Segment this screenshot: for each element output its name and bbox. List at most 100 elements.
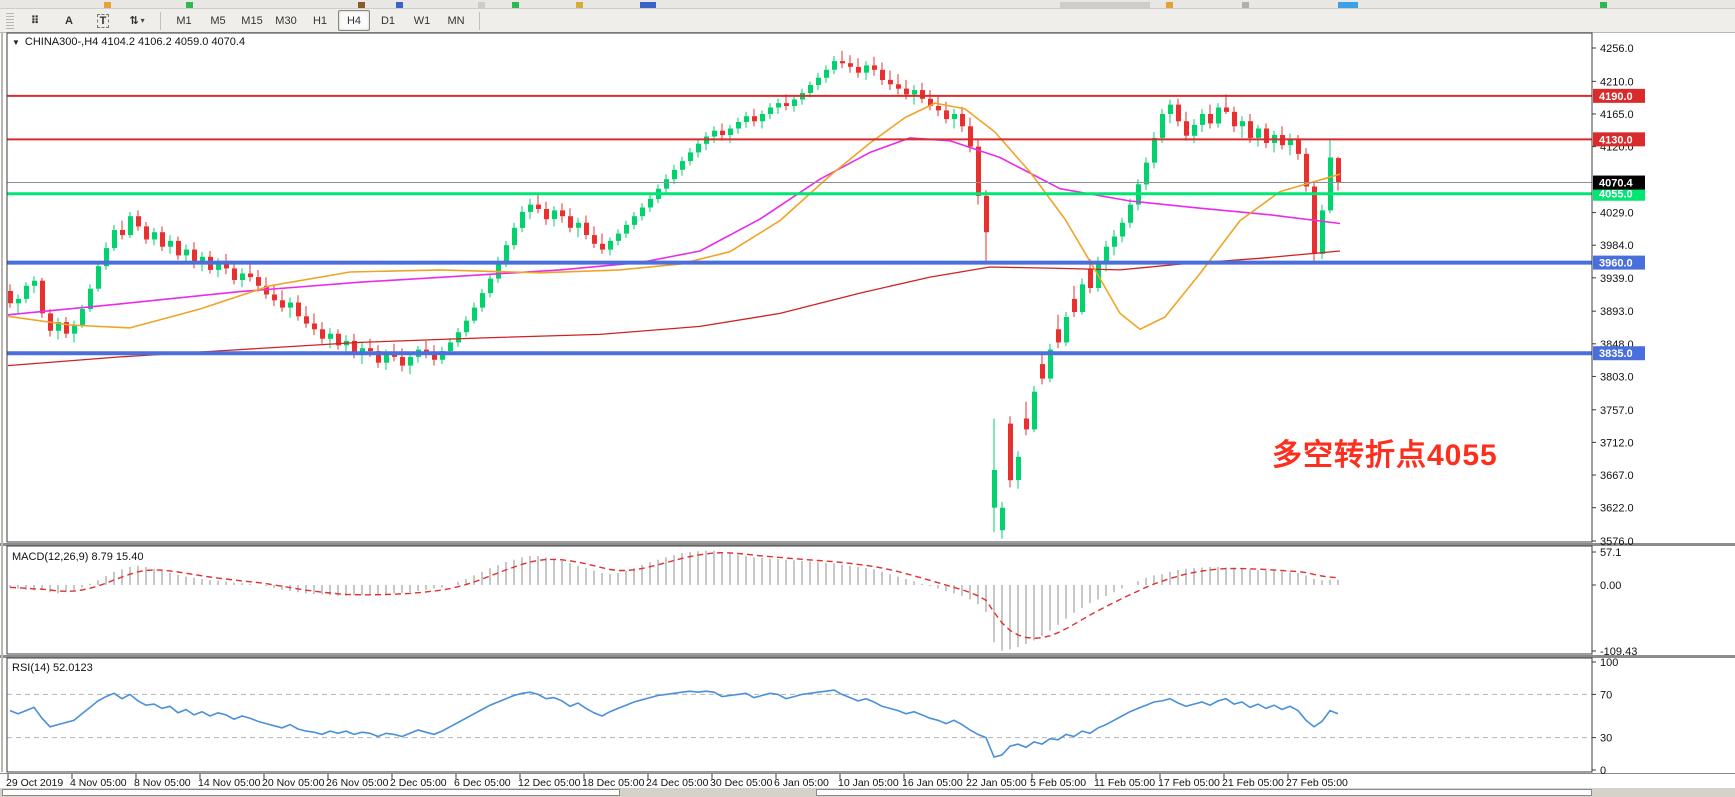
macd-panel[interactable] xyxy=(7,546,1592,654)
candle-body xyxy=(552,210,557,219)
candle-body xyxy=(1184,121,1189,136)
clipped-bottom-windows xyxy=(0,788,1735,797)
candle-body xyxy=(1328,158,1333,211)
candle-body xyxy=(984,196,989,232)
candle-body xyxy=(184,250,189,256)
candle-body xyxy=(1128,205,1133,223)
candle-body xyxy=(1160,114,1165,138)
candle-body xyxy=(952,114,957,119)
candle-body xyxy=(696,144,701,153)
candle-body xyxy=(944,110,949,119)
candle-body xyxy=(1320,210,1325,254)
symbol-ohlc-text: CHINA300-,H4 4104.2 4106.2 4059.0 4070.4 xyxy=(25,36,245,48)
candle-body xyxy=(792,100,797,107)
candle-body xyxy=(624,225,629,234)
candle-body xyxy=(1040,364,1045,379)
candle-body xyxy=(1104,247,1109,263)
candle-body xyxy=(496,263,501,279)
candle-body xyxy=(1000,508,1005,531)
chart-canvas[interactable]: 4256.04210.04165.04120.04029.03984.03939… xyxy=(0,0,1735,797)
candle-body xyxy=(1248,121,1253,138)
candle-body xyxy=(584,223,589,235)
candle-body xyxy=(1168,105,1173,114)
candle-body xyxy=(1304,154,1309,187)
candle-body xyxy=(720,131,725,135)
level-price-label: 4130.0 xyxy=(1599,134,1633,146)
level-price-label: 3960.0 xyxy=(1599,258,1633,270)
panel-separator[interactable] xyxy=(0,773,1735,774)
macd-indicator-label: MACD(12,26,9) 8.79 15.40 xyxy=(12,551,143,563)
candle-body xyxy=(1200,114,1205,125)
level-price-label: 4055.0 xyxy=(1599,189,1633,201)
candle-body xyxy=(896,84,901,88)
candle-body xyxy=(120,230,125,235)
candle-body xyxy=(736,122,741,129)
candle-body xyxy=(1008,424,1013,481)
candle-body xyxy=(600,244,605,250)
candle-body xyxy=(768,108,773,115)
candle-body xyxy=(936,106,941,110)
candle-body xyxy=(272,295,277,301)
collapse-triangle-icon[interactable]: ▼ xyxy=(12,38,20,47)
candle-body xyxy=(1080,284,1085,312)
candle-body xyxy=(872,65,877,69)
candle-body xyxy=(488,279,493,294)
candle-body xyxy=(608,241,613,250)
candle-body xyxy=(1016,457,1021,480)
candle-body xyxy=(80,309,85,325)
candle-body xyxy=(1072,299,1077,312)
candle-body xyxy=(544,209,549,219)
candle-body xyxy=(824,70,829,78)
rsi-axis-label: 0 xyxy=(1600,765,1606,777)
candle-body xyxy=(864,65,869,72)
level-price-label: 4190.0 xyxy=(1599,91,1633,103)
price-axis-label: 4165.0 xyxy=(1600,109,1634,121)
candle-body xyxy=(72,325,77,334)
candle-body xyxy=(1144,163,1149,185)
candle-body xyxy=(520,212,525,228)
candle-body xyxy=(232,268,237,280)
chart-symbol-ohlc: ▼ CHINA300-,H4 4104.2 4106.2 4059.0 4070.… xyxy=(12,36,245,48)
candle-body xyxy=(256,277,261,286)
candle-body xyxy=(280,300,285,307)
candle-body xyxy=(576,223,581,228)
candle-body xyxy=(136,216,141,226)
candle-body xyxy=(1208,114,1213,123)
candle-body xyxy=(904,89,909,95)
rsi-indicator-label: RSI(14) 52.0123 xyxy=(12,662,93,674)
candle-body xyxy=(248,274,253,278)
candle-body xyxy=(920,90,925,99)
candle-body xyxy=(472,308,477,321)
candle-body xyxy=(1216,108,1221,124)
candle-body xyxy=(672,170,677,179)
candle-body xyxy=(32,281,37,286)
candle-body xyxy=(664,179,669,188)
candle-body xyxy=(504,245,509,262)
candle-body xyxy=(680,161,685,170)
price-axis-label: 3757.0 xyxy=(1600,405,1634,417)
price-axis-label: 3622.0 xyxy=(1600,503,1634,515)
rsi-axis-label: 100 xyxy=(1600,657,1618,669)
candle-body xyxy=(1024,419,1029,430)
rsi-panel[interactable] xyxy=(7,658,1592,772)
candle-body xyxy=(480,293,485,308)
candle-body xyxy=(448,342,453,351)
rsi-axis-label: 70 xyxy=(1600,689,1612,701)
candle-body xyxy=(1296,139,1301,154)
candle-body xyxy=(96,266,101,289)
candle-body xyxy=(808,85,813,93)
candle-body xyxy=(888,80,893,84)
candle-body xyxy=(328,334,333,339)
candle-body xyxy=(632,216,637,225)
candle-body xyxy=(40,281,45,314)
candle-body xyxy=(1224,108,1229,112)
candle-body xyxy=(760,114,765,121)
candle-body xyxy=(288,303,293,308)
candle-body xyxy=(1240,121,1245,126)
rsi-axis-label: 30 xyxy=(1600,733,1612,745)
price-axis-label: 3803.0 xyxy=(1600,371,1634,383)
candle-body xyxy=(616,234,621,241)
price-axis-label: 4256.0 xyxy=(1600,43,1634,55)
candle-body xyxy=(856,67,861,73)
candle-body xyxy=(24,286,29,299)
